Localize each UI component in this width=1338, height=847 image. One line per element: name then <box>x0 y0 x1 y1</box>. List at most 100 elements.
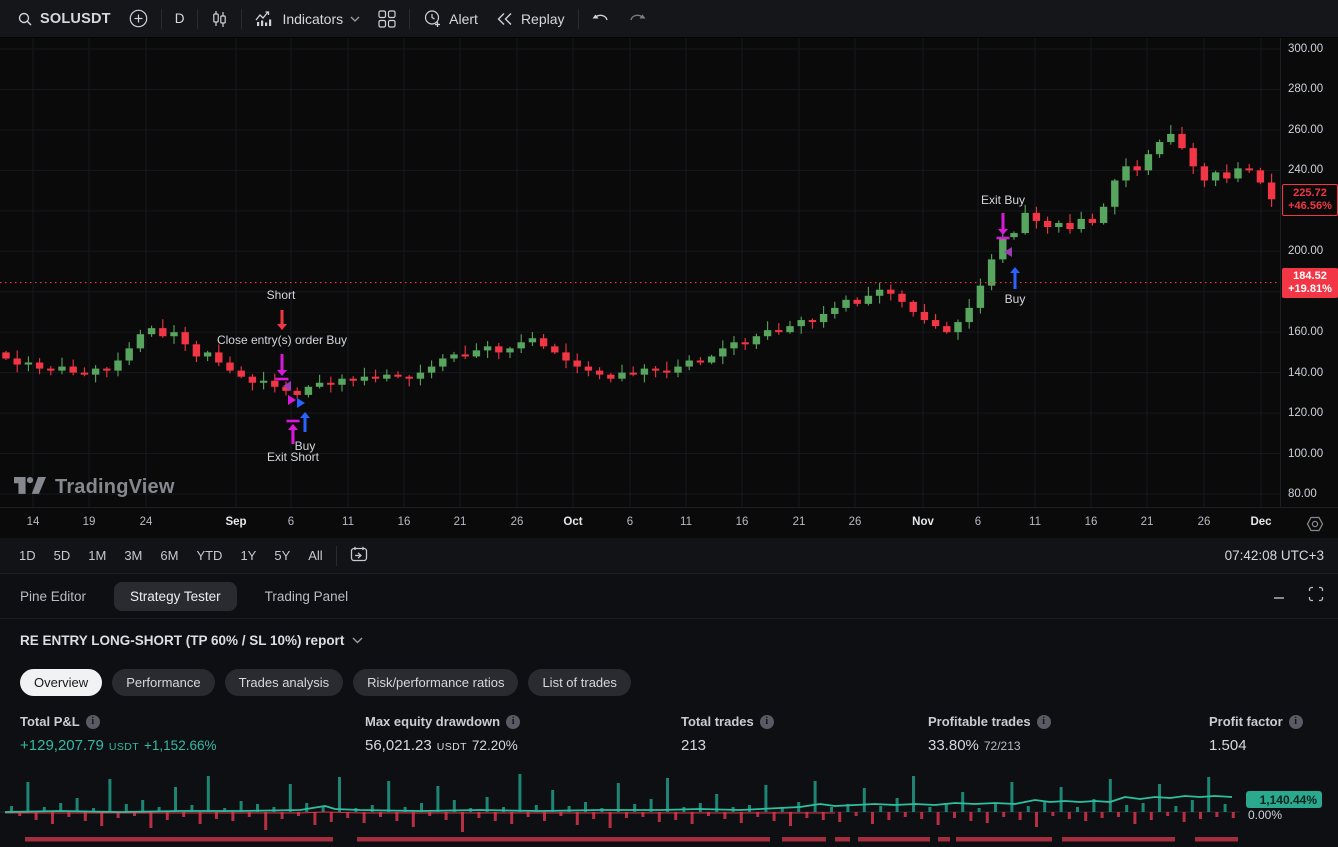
candlestick-chart[interactable]: ShortClose entry(s) order BuyBuyExit Sho… <box>0 38 1280 507</box>
info-icon[interactable]: i <box>86 715 100 729</box>
alert-clock-icon <box>423 9 442 28</box>
trade-pnl-bar <box>830 807 833 812</box>
price-tick-label: 240.00 <box>1288 164 1323 176</box>
undo-button[interactable] <box>583 5 619 33</box>
candle-body <box>14 358 21 364</box>
range-button-1y[interactable]: 1Y <box>231 544 265 567</box>
candle-body <box>1201 166 1208 180</box>
candle-body <box>1167 134 1174 142</box>
stat-profit-factor: Profit factori1.504 <box>1209 714 1303 754</box>
candle-body <box>394 375 401 377</box>
compare-add-symbol-button[interactable] <box>120 5 157 33</box>
price-tick-label: 300.00 <box>1288 43 1323 55</box>
chart-pane[interactable]: ShortClose entry(s) order BuyBuyExit Sho… <box>0 38 1338 538</box>
report-tab-list-of-trades[interactable]: List of trades <box>528 669 630 696</box>
drawdown-segment <box>782 837 826 842</box>
axis-settings-gear-icon[interactable] <box>1306 515 1324 538</box>
candle-body <box>686 361 693 367</box>
symbol-search-button[interactable]: SOLUSDT <box>8 5 120 33</box>
interval-button[interactable]: D <box>166 5 194 33</box>
range-button-5y[interactable]: 5Y <box>265 544 299 567</box>
report-selector[interactable]: RE ENTRY LONG-SHORT (TP 60% / SL 10%) re… <box>20 631 363 649</box>
candle-body <box>1257 170 1264 182</box>
trade-pnl-bar <box>125 804 128 812</box>
stat-total-trades: Total tradesi213 <box>681 714 774 754</box>
info-icon[interactable]: i <box>1289 715 1303 729</box>
replay-button[interactable]: Replay <box>487 5 574 33</box>
stat-value: +129,207.79USDT+1,152.66% <box>20 737 216 754</box>
go-to-date-button[interactable] <box>341 542 378 569</box>
maximize-panel-icon[interactable] <box>1308 586 1324 602</box>
plus-circle-icon <box>129 9 148 28</box>
trade-pnl-bar <box>551 790 554 812</box>
candle-body <box>842 300 849 308</box>
stat-profitable-trades: Profitable tradesi33.80%72/213 <box>928 714 1051 754</box>
range-button-all[interactable]: All <box>299 544 331 567</box>
report-tab-risk-performance-ratios[interactable]: Risk/performance ratios <box>353 669 518 696</box>
alert-button[interactable]: Alert <box>414 5 487 33</box>
minimize-panel-icon[interactable] <box>1272 587 1286 601</box>
chevron-down-icon <box>352 631 363 649</box>
info-icon[interactable]: i <box>1037 715 1051 729</box>
equity-chart-canvas[interactable] <box>0 768 1338 847</box>
trade-pnl-bar <box>855 812 858 816</box>
report-tab-overview[interactable]: Overview <box>20 669 102 696</box>
candle-body <box>506 348 513 352</box>
time-axis[interactable]: 141924Sep611162126Oct611162126Nov6111621… <box>0 507 1338 538</box>
trade-pnl-bar <box>174 787 177 812</box>
trade-pnl-bar <box>1133 812 1136 824</box>
replay-icon <box>496 12 514 26</box>
report-tab-performance[interactable]: Performance <box>112 669 214 696</box>
candle-body <box>137 334 144 348</box>
candle-body <box>383 375 390 379</box>
range-button-3m[interactable]: 3M <box>115 544 151 567</box>
trade-pnl-bar <box>1019 812 1022 820</box>
trade-pnl-bar <box>1084 812 1087 821</box>
candle-body <box>854 300 861 304</box>
redo-button[interactable] <box>619 5 655 33</box>
range-button-5d[interactable]: 5D <box>45 544 80 567</box>
range-button-ytd[interactable]: YTD <box>187 544 231 567</box>
stat-label: Max equity drawdowni <box>365 714 520 729</box>
indicators-button[interactable]: Indicators <box>246 5 369 33</box>
candle-body <box>529 338 536 342</box>
indicator-templates-button[interactable] <box>369 5 405 33</box>
candle-body <box>898 294 905 302</box>
candle-body <box>473 350 480 356</box>
trade-arrow-head <box>1010 267 1020 273</box>
drawdown-segment <box>938 837 950 842</box>
report-tab-trades-analysis[interactable]: Trades analysis <box>225 669 344 696</box>
info-icon[interactable]: i <box>506 715 520 729</box>
equity-mini-chart[interactable]: 1,140.44% 0.00% <box>0 768 1338 847</box>
trade-arrow-head <box>288 424 298 430</box>
trade-pnl-bar <box>699 803 702 812</box>
range-buttons: 1D5D1M3M6MYTD1Y5YAll <box>10 544 332 567</box>
candle-body <box>562 352 569 360</box>
time-tick-label: 16 <box>398 516 411 528</box>
trade-pnl-bar <box>518 774 521 812</box>
entry-price-box: 184.52+19.81% <box>1282 268 1338 298</box>
candle-body <box>641 369 648 375</box>
trade-pnl-bar <box>141 800 144 812</box>
panel-tab-trading-panel[interactable]: Trading Panel <box>265 582 349 611</box>
range-button-1d[interactable]: 1D <box>10 544 45 567</box>
range-button-1m[interactable]: 1M <box>79 544 115 567</box>
toolbar-divider <box>578 9 579 29</box>
stat-label: Total P&Li <box>20 714 216 729</box>
price-tick-label: 260.00 <box>1288 124 1323 136</box>
price-axis[interactable]: 300.00280.00260.00240.00200.00160.00140.… <box>1280 38 1338 507</box>
candle-body <box>966 308 973 322</box>
chart-style-button[interactable] <box>202 5 237 33</box>
trade-pnl-bar <box>1010 782 1013 812</box>
info-icon[interactable]: i <box>760 715 774 729</box>
range-button-6m[interactable]: 6M <box>151 544 187 567</box>
clock-timezone[interactable]: 07:42:08 UTC+3 <box>1225 548 1324 563</box>
trade-pnl-bar <box>1150 812 1153 820</box>
panel-tab-pine-editor[interactable]: Pine Editor <box>20 582 86 611</box>
redo-icon <box>628 12 646 26</box>
trade-pnl-bar <box>1166 812 1169 816</box>
candle-body <box>484 346 491 350</box>
candle-body <box>1234 168 1241 178</box>
candle-body <box>1022 213 1029 233</box>
panel-tab-strategy-tester[interactable]: Strategy Tester <box>114 582 237 611</box>
